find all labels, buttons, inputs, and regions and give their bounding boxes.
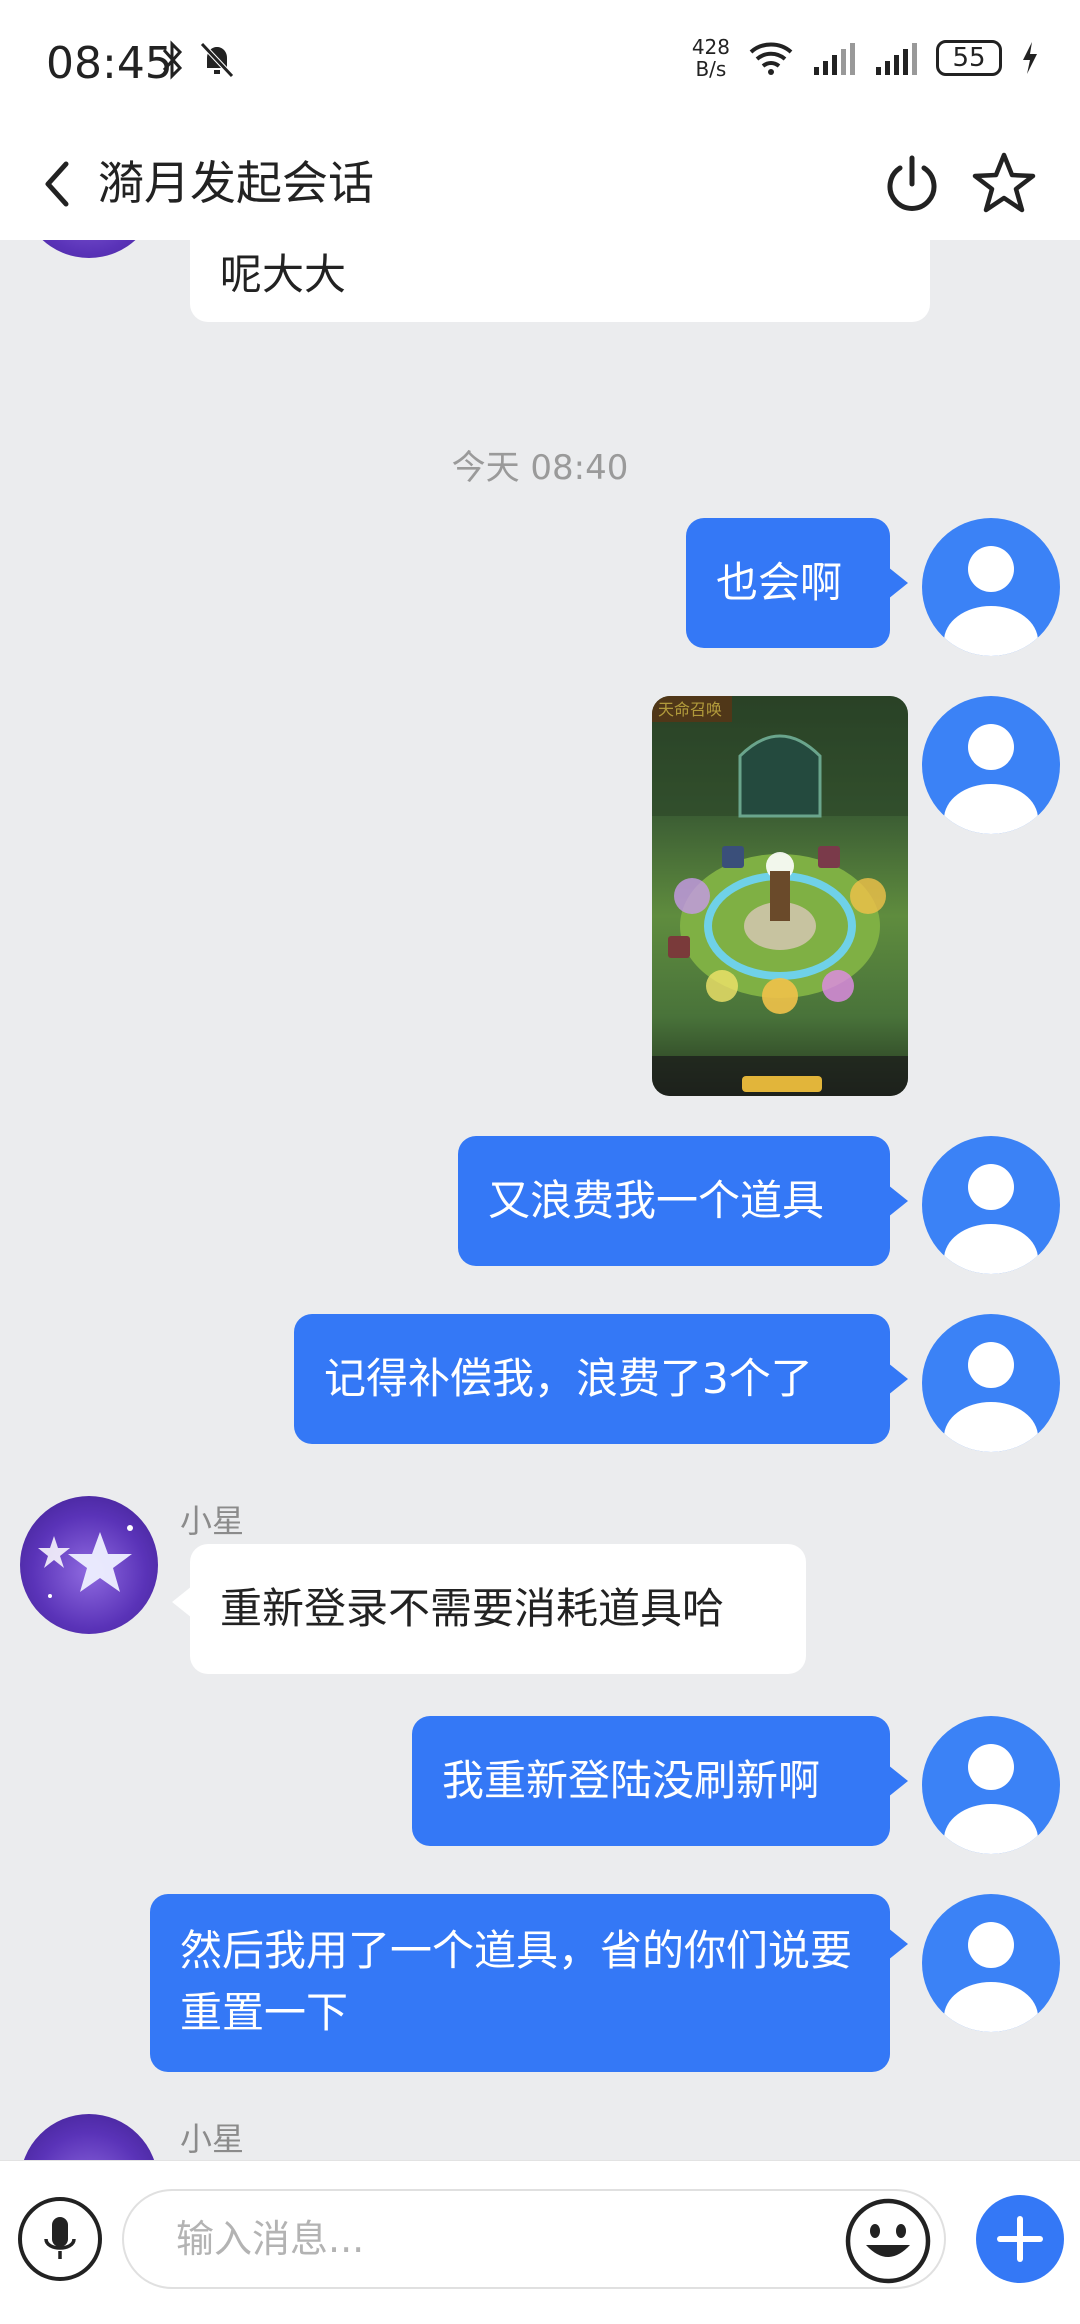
bluetooth-icon (162, 40, 183, 80)
status-right-icons: 428 B/s 55 (692, 36, 1040, 80)
message-bubble-outgoing[interactable]: 然后我用了一个道具，省的你们说要重置一下 (150, 1894, 890, 2072)
signal-icon-1 (814, 43, 855, 75)
page-title: 漪月发起会话 (98, 156, 374, 210)
star-avatar-icon (38, 1525, 133, 1598)
bubble-tail (888, 1928, 908, 1960)
message-text: 又浪费我一个道具 (488, 1176, 825, 1225)
message-text: 然后我用了一个道具，省的你们说要重置一下 (180, 1926, 853, 2037)
contact-avatar[interactable] (20, 1496, 158, 1634)
message-input[interactable] (122, 2189, 946, 2289)
message-bubble-incoming[interactable]: 重新登录不需要消耗道具哈 (190, 1544, 806, 1674)
sender-name: 小星 (180, 1502, 245, 1540)
message-text: 也会啊 (716, 558, 843, 607)
status-left-icons (160, 40, 236, 80)
voice-input-button[interactable] (18, 2197, 102, 2281)
message-text: 呢大大 (220, 250, 347, 299)
microphone-icon (44, 2217, 76, 2259)
user-avatar[interactable] (922, 1894, 1060, 2032)
user-avatar[interactable] (922, 518, 1060, 656)
contact-avatar[interactable] (20, 2114, 158, 2160)
network-speed-unit: B/s (695, 57, 727, 81)
message-timestamp: 今天 08:40 (451, 448, 629, 488)
message-bubble-outgoing[interactable]: 也会啊 (686, 518, 890, 648)
message-bubble-outgoing[interactable]: 记得补偿我，浪费了3个了 (294, 1314, 890, 1444)
bubble-tail (888, 1765, 908, 1797)
network-speed: 428 B/s (692, 36, 730, 80)
bubble-tail (172, 1586, 192, 1618)
status-time: 08:45 (46, 38, 173, 89)
message-bubble-outgoing[interactable]: 又浪费我一个道具 (458, 1136, 890, 1266)
bubble-tail (888, 1185, 908, 1217)
input-bar (0, 2160, 1080, 2324)
star-icon[interactable] (970, 150, 1038, 218)
back-arrow-icon[interactable] (36, 158, 80, 210)
image-message[interactable]: 天命召唤 (652, 696, 908, 1096)
message-text: 重新登录不需要消耗道具哈 (220, 1584, 725, 1633)
battery-indicator: 55 (936, 40, 1002, 76)
status-bar: 08:45 428 B/s 55 (0, 0, 1080, 128)
chat-messages[interactable]: 呢大大 今天 08:40 也会啊 天命召唤 又浪费我一个道具 记得补偿我，浪费了… (0, 240, 1080, 2160)
contact-avatar[interactable] (20, 240, 158, 258)
add-attachment-button[interactable] (976, 2195, 1064, 2283)
game-screenshot-image: 天命召唤 (652, 696, 908, 1096)
chat-header: 漪月发起会话 (0, 128, 1080, 241)
wifi-icon (749, 42, 793, 75)
chat-screen: 08:45 428 B/s 55 漪月发起会话 呢大大 今天 08:40 也会啊… (0, 0, 1080, 2324)
sender-name: 小星 (180, 2120, 245, 2158)
bubble-tail (888, 1363, 908, 1395)
network-speed-value: 428 (691, 35, 730, 59)
emoji-icon[interactable] (844, 2197, 932, 2285)
message-bubble-incoming[interactable]: 呢大大 (190, 240, 930, 322)
user-avatar[interactable] (922, 1136, 1060, 1274)
message-text: 记得补偿我，浪费了3个了 (324, 1354, 813, 1403)
charging-icon (1023, 42, 1037, 74)
bubble-tail (888, 567, 908, 599)
signal-icon-2 (876, 43, 917, 75)
user-avatar[interactable] (922, 1716, 1060, 1854)
user-avatar[interactable] (922, 1314, 1060, 1452)
power-icon[interactable] (880, 152, 944, 216)
plus-icon (997, 2216, 1043, 2262)
message-text: 我重新登陆没刷新啊 (442, 1756, 821, 1805)
message-bubble-outgoing[interactable]: 我重新登陆没刷新啊 (412, 1716, 890, 1846)
user-avatar[interactable] (922, 696, 1060, 834)
mute-bell-icon (200, 42, 234, 78)
